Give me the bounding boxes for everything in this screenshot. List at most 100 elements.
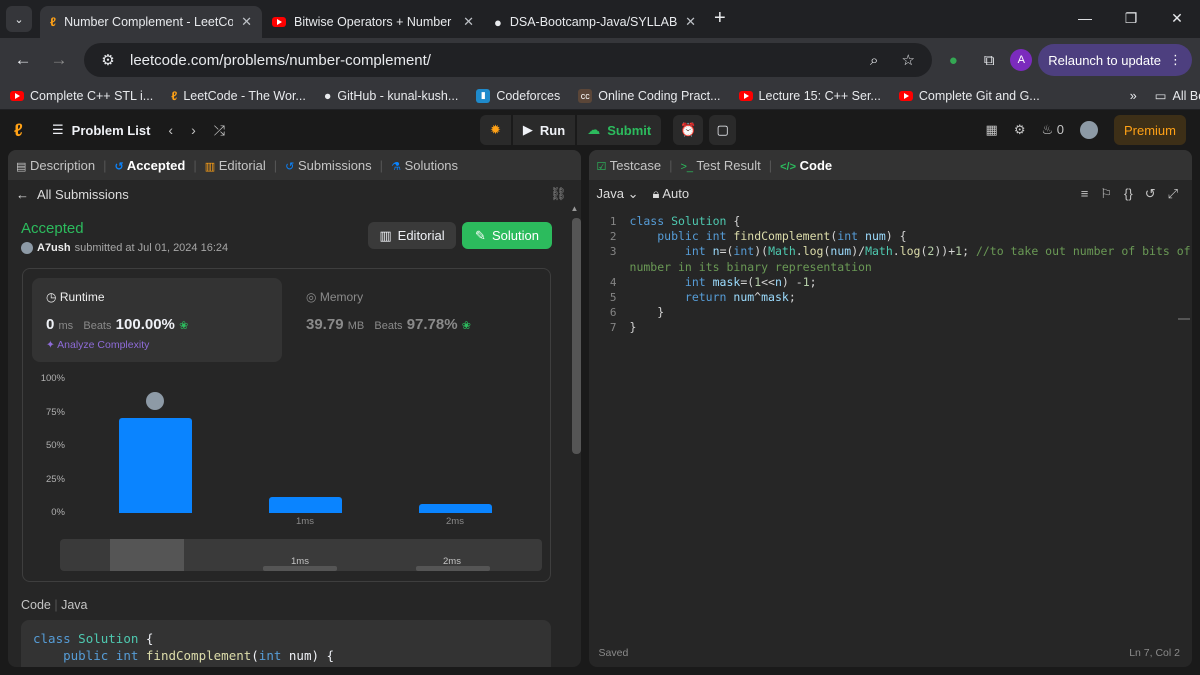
language-select[interactable]: Java ⌄: [597, 186, 639, 202]
premium-button[interactable]: Premium: [1113, 115, 1186, 145]
tab-label: Test Result: [696, 157, 761, 173]
notes-button[interactable]: ▢: [709, 115, 736, 145]
github-icon: ●: [494, 14, 502, 30]
tab-editorial[interactable]: ▥ Editorial: [205, 158, 266, 173]
close-icon[interactable]: ✕: [685, 14, 696, 30]
tab-description[interactable]: ▤ Description: [16, 158, 95, 173]
relaunch-label: Relaunch to update: [1048, 52, 1161, 68]
line-number: 1: [609, 215, 617, 228]
analyze-complexity-link[interactable]: ✦ Analyze Complexity: [46, 339, 149, 351]
browser-tab-leetcode[interactable]: ℓ Number Complement - LeetCo ✕: [40, 6, 262, 38]
tab-submissions[interactable]: ↺ Submissions: [285, 158, 372, 173]
memory-heading: ◎ Memory: [306, 290, 363, 304]
bookmark-item[interactable]: Lecture 15: C++ Ser...: [738, 89, 881, 103]
close-icon[interactable]: ✕: [463, 14, 474, 30]
slider-selection[interactable]: [110, 539, 184, 571]
run-submit-group: ✹ ▶ Run ☁ Submit ⏰ ▢: [480, 115, 736, 145]
relaunch-button[interactable]: Relaunch to update ⋮: [1038, 44, 1192, 76]
braces-icon[interactable]: {}: [1124, 186, 1133, 202]
prev-problem-icon[interactable]: ‹: [168, 122, 173, 138]
browser-tab-github[interactable]: ● DSA-Bootcamp-Java/SYLLABUS ✕: [484, 6, 706, 38]
sparkle-icon: ✦: [46, 339, 55, 351]
star-icon[interactable]: ☆: [896, 51, 920, 69]
tab-test-result[interactable]: >_ Test Result: [680, 158, 760, 173]
all-submissions-link[interactable]: ← All Submissions ⛓: [8, 180, 581, 208]
tab-label: Testcase: [609, 157, 662, 173]
bookmark-item[interactable]: Complete Git and G...: [898, 89, 1040, 103]
editorial-button[interactable]: ▥ Editorial: [368, 222, 456, 249]
username[interactable]: A7ush: [37, 242, 71, 254]
runtime-card[interactable]: ◷ Runtime 0 ms Beats 100.00% ❀ ✦ Analyze…: [32, 278, 282, 362]
list-icon: ☰: [52, 122, 64, 137]
code-line: }: [629, 305, 665, 320]
tab-code[interactable]: </> Code: [780, 158, 832, 173]
shuffle-icon[interactable]: ⤮: [214, 122, 225, 139]
avatar[interactable]: [1079, 121, 1098, 139]
address-bar[interactable]: ⚙ leetcode.com/problems/number-complemen…: [84, 43, 933, 77]
scroll-down-icon[interactable]: ▼: [571, 665, 579, 667]
browser-tab-youtube[interactable]: Bitwise Operators + Number Sy ✕: [262, 6, 484, 38]
debug-button[interactable]: ✹: [480, 115, 511, 145]
extension-green-icon[interactable]: ●: [938, 52, 968, 69]
site-info-icon[interactable]: ⚙: [96, 51, 120, 69]
submit-button[interactable]: ☁ Submit: [577, 115, 662, 145]
chart-bar[interactable]: [419, 503, 492, 513]
code-label: Code: [21, 598, 51, 612]
timer-button[interactable]: ⏰: [673, 115, 704, 145]
scrollbar-thumb[interactable]: [571, 218, 581, 454]
leetcode-logo-icon[interactable]: ℓ: [14, 120, 38, 141]
format-icon[interactable]: ≡: [1081, 186, 1089, 202]
chart-bar[interactable]: [119, 417, 192, 513]
layout-icon[interactable]: ▦: [986, 122, 998, 138]
all-bookmarks[interactable]: ▭ All Bookmarks: [1155, 88, 1200, 104]
leetcode-icon: ℓ: [50, 15, 57, 29]
tab-testcase[interactable]: ☑ Testcase: [597, 158, 662, 173]
tab-label: Editorial: [218, 157, 266, 173]
streak-count: 0: [1056, 122, 1064, 137]
tab-accepted[interactable]: ↺ Accepted: [114, 158, 185, 173]
memory-unit: MB: [347, 320, 365, 332]
all-submissions-label: All Submissions: [37, 186, 129, 202]
tab-label: Code: [799, 157, 833, 173]
bookmark-item[interactable]: cc Online Coding Pract...: [578, 88, 721, 103]
bookmark-item[interactable]: ● GitHub - kunal-kush...: [324, 89, 458, 103]
tab-solutions[interactable]: ⚗ Solutions: [391, 158, 458, 173]
minimize-button[interactable]: —: [1062, 0, 1108, 36]
scroll-up-icon[interactable]: ▲: [571, 204, 579, 213]
puzzle-icon[interactable]: ⧉: [974, 52, 1004, 69]
new-tab-button[interactable]: +: [714, 7, 726, 30]
bookmark-item[interactable]: ▮ Codeforces: [476, 88, 560, 103]
next-problem-icon[interactable]: ›: [191, 122, 196, 138]
url-text[interactable]: leetcode.com/problems/number-complement/: [130, 52, 852, 69]
expand-icon[interactable]: ⤢: [1168, 186, 1178, 202]
restore-button[interactable]: ❐: [1108, 0, 1154, 36]
bookmark-icon[interactable]: ⚐: [1100, 186, 1112, 202]
line-number: 6: [609, 306, 617, 320]
bookmark-item[interactable]: Complete C++ STL i...: [10, 89, 153, 103]
submitted-at: submitted at Jul 01, 2024 16:24: [74, 242, 229, 254]
play-icon: ▶: [522, 122, 533, 137]
solution-button[interactable]: ✎ Solution: [462, 222, 552, 249]
streak[interactable]: ♨ 0: [1041, 122, 1064, 138]
problem-list-button[interactable]: ☰ Problem List: [52, 122, 150, 138]
tab-search-button[interactable]: ⌄: [6, 6, 32, 32]
forward-button[interactable]: →: [44, 50, 74, 70]
avatar[interactable]: A: [1010, 49, 1033, 71]
link-icon[interactable]: ⛓: [550, 186, 567, 202]
zoom-icon[interactable]: ⌕: [862, 52, 886, 69]
range-slider[interactable]: 1ms 2ms: [60, 539, 542, 571]
mode-toggle[interactable]: 🔒︎ Auto: [653, 186, 690, 202]
reset-icon[interactable]: ↺: [1145, 186, 1156, 202]
run-button[interactable]: ▶ Run: [512, 115, 576, 145]
close-window-button[interactable]: ✕: [1154, 0, 1200, 36]
scrollbar[interactable]: ▲ ▼: [569, 204, 581, 667]
gear-icon[interactable]: ⚙: [1014, 122, 1026, 138]
bookmark-item[interactable]: ℓ LeetCode - The Wor...: [171, 89, 306, 103]
code-line: class Solution {: [33, 631, 154, 646]
chart-bar[interactable]: [269, 496, 342, 513]
back-button[interactable]: ←: [8, 50, 38, 70]
close-icon[interactable]: ✕: [241, 14, 252, 30]
beats-label: Beats: [83, 320, 112, 332]
code-line: public int findComplement(int num) {: [63, 648, 335, 663]
chevron-double-right-icon[interactable]: »: [1130, 89, 1137, 103]
